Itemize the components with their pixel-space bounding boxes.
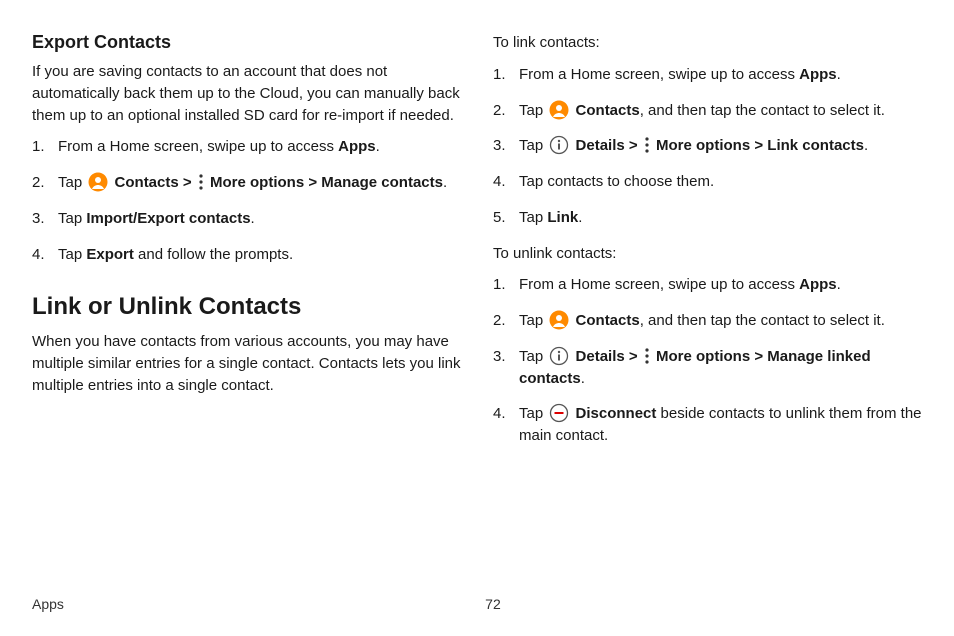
text-bold: More options (656, 137, 750, 154)
text: From a Home screen, swipe up to access (519, 276, 799, 293)
text: Tap (58, 246, 86, 263)
left-column: Export Contacts If you are saving contac… (32, 32, 461, 461)
list-item: Tap Export and follow the prompts. (32, 244, 461, 266)
text: and follow the prompts. (134, 246, 293, 263)
more-options-icon (644, 136, 650, 154)
text-bold: Contacts (576, 312, 640, 329)
text: Tap contacts to choose them. (519, 173, 714, 190)
contacts-icon (549, 100, 569, 120)
right-column: To link contacts: From a Home screen, sw… (493, 32, 922, 461)
text: . (837, 66, 841, 83)
text-bold: Disconnect (576, 405, 657, 422)
text: . (581, 370, 585, 387)
text-bold: > (304, 174, 321, 191)
list-item: Tap Contacts, and then tap the contact t… (493, 100, 922, 122)
to-unlink-label: To unlink contacts: (493, 243, 922, 265)
footer-section: Apps (32, 596, 64, 612)
more-options-icon (198, 173, 204, 191)
text: Tap (519, 348, 547, 365)
more-options-icon (644, 347, 650, 365)
text: , and then tap the contact to select it. (640, 102, 885, 119)
info-icon (549, 346, 569, 366)
contacts-icon (88, 172, 108, 192)
text-bold: Import/Export contacts (86, 210, 250, 227)
list-item: Tap Details > More options > Manage link… (493, 346, 922, 390)
text-bold: Details (576, 348, 625, 365)
list-item: From a Home screen, swipe up to access A… (493, 274, 922, 296)
text: . (578, 209, 582, 226)
text-bold: More options (210, 174, 304, 191)
text-bold: > (625, 348, 642, 365)
text: Tap (519, 405, 547, 422)
text-bold: Details (576, 137, 625, 154)
contacts-icon (549, 310, 569, 330)
text: , and then tap the contact to select it. (640, 312, 885, 329)
export-steps: From a Home screen, swipe up to access A… (32, 136, 461, 265)
text: Tap (519, 209, 547, 226)
text: . (837, 276, 841, 293)
text: . (864, 137, 868, 154)
text-bold: Manage contacts (321, 174, 443, 191)
text: Tap (58, 210, 86, 227)
list-item: Tap contacts to choose them. (493, 171, 922, 193)
text-bold: > (179, 174, 196, 191)
text-bold: > (750, 137, 767, 154)
page-footer: Apps 72 (32, 596, 922, 612)
list-item: Tap Disconnect beside contacts to unlink… (493, 403, 922, 447)
export-desc: If you are saving contacts to an account… (32, 61, 461, 126)
text-bold: Apps (799, 66, 837, 83)
text: From a Home screen, swipe up to access (58, 138, 338, 155)
list-item: Tap Link. (493, 207, 922, 229)
list-item: From a Home screen, swipe up to access A… (32, 136, 461, 158)
link-desc: When you have contacts from various acco… (32, 331, 461, 396)
list-item: Tap Details > More options > Link contac… (493, 135, 922, 157)
text: . (251, 210, 255, 227)
list-item: From a Home screen, swipe up to access A… (493, 64, 922, 86)
heading-link-contacts: Link or Unlink Contacts (32, 293, 461, 321)
text-bold: Contacts (576, 102, 640, 119)
link-steps: From a Home screen, swipe up to access A… (493, 64, 922, 229)
text: Tap (519, 312, 547, 329)
text-bold: > (625, 137, 642, 154)
text: . (376, 138, 380, 155)
text-bold: Link (547, 209, 578, 226)
text-bold: > (750, 348, 767, 365)
footer-page-number: 72 (64, 596, 922, 612)
text-bold: Apps (338, 138, 376, 155)
text: Tap (519, 102, 547, 119)
list-item: Tap Contacts > More options > Manage con… (32, 172, 461, 194)
disconnect-icon (549, 403, 569, 423)
text-bold: Link contacts (767, 137, 864, 154)
text-bold: Export (86, 246, 134, 263)
text-bold: Apps (799, 276, 837, 293)
text: . (443, 174, 447, 191)
unlink-steps: From a Home screen, swipe up to access A… (493, 274, 922, 447)
text-bold: More options (656, 348, 750, 365)
text: From a Home screen, swipe up to access (519, 66, 799, 83)
to-link-label: To link contacts: (493, 32, 922, 54)
list-item: Tap Import/Export contacts. (32, 208, 461, 230)
list-item: Tap Contacts, and then tap the contact t… (493, 310, 922, 332)
text: Tap (58, 174, 86, 191)
text: Tap (519, 137, 547, 154)
info-icon (549, 135, 569, 155)
text-bold: Contacts (115, 174, 179, 191)
heading-export-contacts: Export Contacts (32, 32, 461, 53)
